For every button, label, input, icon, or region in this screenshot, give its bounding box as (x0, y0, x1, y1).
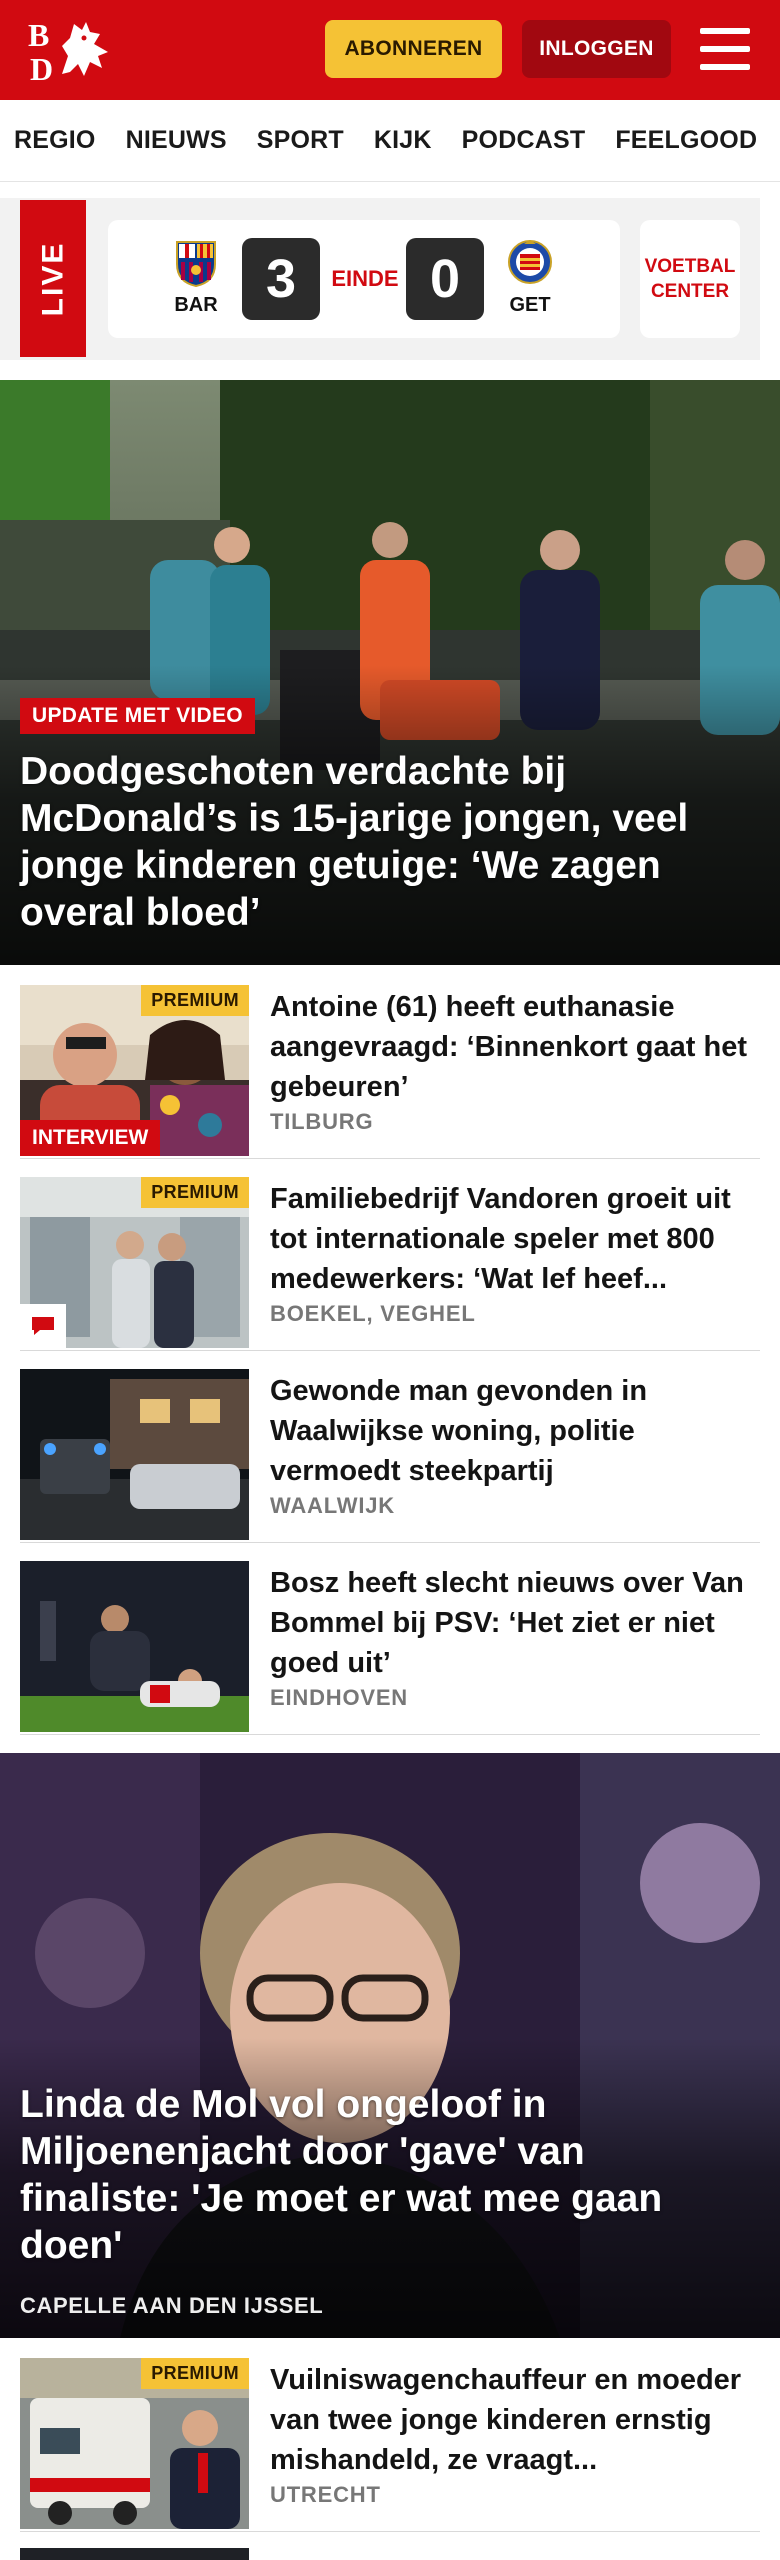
hero-article-miljoenenjacht[interactable]: Linda de Mol vol ongeloof in Miljoenenja… (0, 1753, 780, 2338)
hamburger-line (700, 46, 750, 52)
svg-text:B: B (28, 17, 49, 53)
login-button[interactable]: INLOGGEN (522, 20, 671, 78)
barcelona-crest-icon (176, 241, 216, 288)
premium-badge: PREMIUM (141, 2358, 249, 2389)
hero-title[interactable]: Doodgeschoten verdachte bij McDonald’s i… (20, 748, 740, 936)
article-title[interactable]: Familiebedrijf Vandoren groeit uit tot i… (270, 1179, 750, 1299)
article-location: UTRECHT (270, 2482, 381, 2507)
main-nav: REGIO NIEUWS SPORT KIJK PODCAST FEELGOOD… (0, 100, 780, 182)
nav-item-nieuws[interactable]: NIEUWS (111, 126, 242, 155)
hamburger-line (700, 28, 750, 34)
nav-item-kijk[interactable]: KIJK (359, 126, 447, 155)
nav-item-regio[interactable]: REGIO (0, 126, 111, 155)
bd-logo[interactable]: B D (28, 16, 114, 87)
article-title[interactable]: Bosz heeft slecht nieuws over Van Bommel… (270, 1563, 750, 1683)
svg-text:D: D (30, 51, 53, 84)
list-item[interactable]: PREMIUM Familiebedrijf Vandoren groeit u… (20, 1177, 760, 1351)
article-thumbnail (20, 1369, 249, 1540)
premium-badge: PREMIUM (141, 985, 249, 1016)
list-item[interactable]: PREMIUM Vuilniswagenchauffeur en moeder … (20, 2358, 760, 2532)
article-location: BOEKEL, VEGHEL (270, 1301, 476, 1326)
article-location: WAALWIJK (270, 1493, 395, 1518)
hamburger-line (700, 64, 750, 70)
list-item[interactable]: Gewonde man gevonden in Waalwijkse wonin… (20, 1369, 760, 1543)
live-label: LIVE (20, 200, 86, 357)
interview-label: INTERVIEW (20, 1120, 161, 1156)
home-team-code: BAR (174, 294, 218, 316)
hamburger-icon[interactable] (700, 28, 750, 70)
nav-item-feelgood[interactable]: FEELGOOD (600, 126, 772, 155)
article-title[interactable]: Gewonde man gevonden in Waalwijkse wonin… (270, 1371, 750, 1491)
article-thumbnail (20, 2548, 249, 2560)
match-card[interactable]: BAR 3 EINDE 0 GET (108, 220, 620, 338)
article-thumbnail (20, 1561, 249, 1732)
article-thumbnail: PREMIUM (20, 2358, 249, 2529)
premium-badge: PREMIUM (141, 1177, 249, 1208)
top-bar: B D ABONNEREN INLOGGEN (0, 0, 780, 100)
live-score-widget: LIVE BAR 3 EINDE 0 GET VOETBAL CENTER (0, 198, 760, 360)
comment-icon (20, 1304, 66, 1348)
list-item[interactable] (20, 2548, 760, 2560)
article-thumbnail: PREMIUM INTERVIEW (20, 985, 249, 1156)
article-location: EINDHOVEN (270, 1685, 408, 1710)
away-team: GET (498, 238, 562, 317)
getafe-crest-icon (508, 240, 552, 284)
list-item[interactable]: PREMIUM INTERVIEW Antoine (61) heeft eut… (20, 985, 760, 1159)
home-team: BAR (164, 238, 228, 317)
home-score: 3 (242, 238, 320, 320)
match-status: EINDE (331, 266, 399, 291)
away-team-code: GET (509, 294, 551, 316)
hero-title[interactable]: Linda de Mol vol ongeloof in Miljoenenja… (20, 2081, 740, 2269)
subscribe-button[interactable]: ABONNEREN (325, 20, 502, 78)
nav-item-podcast[interactable]: PODCAST (447, 126, 601, 155)
nav-item-sport[interactable]: SPORT (242, 126, 359, 155)
article-location: TILBURG (270, 1109, 374, 1134)
voetbal-center-button[interactable]: VOETBAL CENTER (640, 220, 740, 338)
update-video-label: UPDATE MET VIDEO (20, 698, 255, 734)
article-thumbnail: PREMIUM (20, 1177, 249, 1348)
list-item[interactable]: Bosz heeft slecht nieuws over Van Bommel… (20, 1561, 760, 1735)
away-score: 0 (406, 238, 484, 320)
hero-location: CAPELLE AAN DEN IJSSEL (20, 2293, 324, 2318)
article-title[interactable]: Vuilniswagenchauffeur en moeder van twee… (270, 2360, 750, 2480)
article-title[interactable]: Antoine (61) heeft euthanasie aangevraag… (270, 987, 750, 1107)
hero-article-mcdonalds[interactable]: UPDATE MET VIDEO Doodgeschoten verdachte… (0, 380, 780, 965)
nav-item-overflow[interactable]: | (772, 126, 780, 155)
